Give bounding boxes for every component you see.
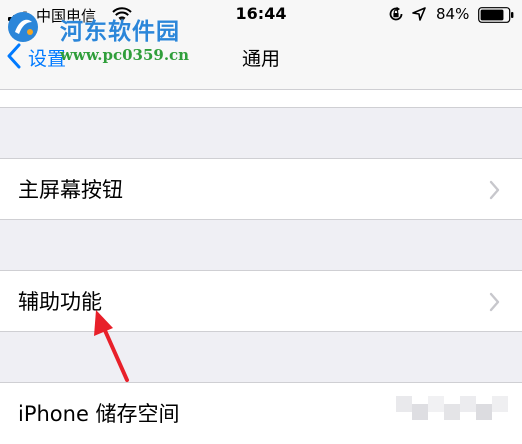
chevron-right-icon: [489, 180, 500, 200]
watermark-title: 河东软件园: [60, 19, 180, 45]
settings-row-accessibility[interactable]: 辅助功能: [0, 270, 522, 332]
watermark-logo: [8, 12, 38, 42]
location-icon: [412, 7, 426, 21]
battery-icon: [478, 7, 514, 23]
blurred-region: [396, 396, 508, 420]
rotation-lock-icon: [389, 6, 403, 21]
battery-percent: 84%: [436, 5, 470, 23]
chevron-right-icon: [489, 292, 500, 312]
settings-row-home-button[interactable]: 主屏幕按钮: [0, 158, 522, 220]
settings-row-label: 辅助功能: [18, 290, 102, 314]
settings-row-label: iPhone 储存空间: [18, 402, 180, 426]
list-item-partial: [0, 90, 522, 108]
watermark-url: www.pc0359.cn: [60, 46, 190, 64]
settings-row-label: 主屏幕按钮: [18, 178, 123, 202]
